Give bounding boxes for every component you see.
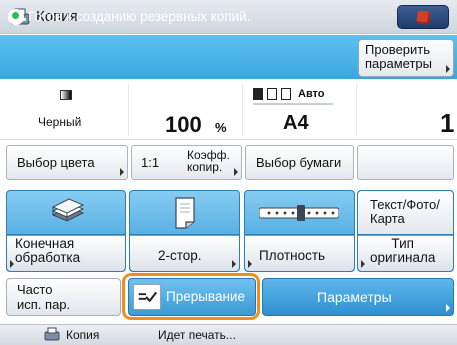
color-select-button[interactable]: Выбор цвета	[6, 145, 128, 180]
footer-app-name: Копия	[66, 328, 100, 342]
color-select-label: Выбор цвета	[17, 155, 95, 170]
stop-icon	[416, 10, 431, 25]
corner-arrow-icon	[10, 260, 14, 268]
original-type-button[interactable]: Текст/Фото/ Карта Тип оригинала	[357, 190, 454, 272]
parameters-button[interactable]: Параметры	[262, 278, 454, 316]
corner-arrow-icon	[234, 168, 238, 176]
original-type-label: Тип оригинала	[370, 236, 436, 265]
parameters-label: Параметры	[317, 289, 392, 305]
divider	[242, 84, 243, 136]
paper-indicator-bar	[253, 103, 333, 105]
footer-status: Идет печать...	[158, 328, 236, 342]
color-mode-value: Черный	[38, 115, 82, 129]
paper-auto-label: Авто	[298, 88, 325, 100]
duplex-icon	[175, 197, 195, 229]
corner-arrow-icon	[446, 65, 450, 73]
duplex-button[interactable]: 2-стор.	[129, 190, 240, 272]
corner-arrow-icon	[248, 260, 252, 268]
copies-count: 1	[440, 108, 455, 138]
paper-select-button[interactable]: Выбор бумаги	[245, 145, 354, 180]
divider	[128, 84, 129, 136]
density-button[interactable]: Плотность	[244, 190, 355, 272]
original-type-value: Текст/Фото/ Карта	[370, 197, 440, 226]
copy-ratio-value: 100	[165, 112, 202, 137]
paper-sheet-icon	[281, 88, 291, 100]
density-label: Плотность	[259, 248, 326, 263]
density-slider-icon	[259, 205, 339, 221]
paper-stack-icon	[267, 88, 277, 100]
frequent-settings-button[interactable]: Часто исп. пар.	[6, 278, 121, 316]
finishing-label: Конечная обработка	[15, 236, 81, 265]
highlight-ring	[122, 273, 260, 320]
blank-quick-button	[357, 145, 454, 180]
check-settings-label: Проверить параметры	[365, 42, 432, 71]
duplex-label: 2-стор.	[158, 248, 202, 263]
status-message: Готов к созданию резервных копий.	[28, 9, 251, 24]
corner-arrow-icon	[361, 260, 365, 268]
corner-arrow-icon	[232, 260, 236, 268]
ready-indicator-icon	[8, 9, 24, 25]
copy-ratio-unit: %	[215, 120, 227, 135]
stop-button[interactable]	[397, 5, 449, 29]
settings-summary	[0, 80, 457, 140]
finishing-button[interactable]: Конечная обработка	[6, 190, 126, 272]
paper-tray-icon	[253, 88, 263, 100]
corner-arrow-icon	[446, 304, 450, 312]
divider	[356, 84, 357, 136]
paper-select-label: Выбор бумаги	[256, 155, 342, 170]
paper-size-value: A4	[283, 112, 309, 134]
ratio-label: Коэфф. копир.	[187, 148, 230, 174]
finishing-icon	[51, 198, 85, 222]
copier-icon	[44, 327, 60, 341]
check-settings-button[interactable]: Проверить параметры	[358, 39, 454, 77]
ratio-1-1-label: 1:1	[141, 155, 160, 170]
color-mode-icon	[60, 90, 72, 100]
frequent-settings-label: Часто исп. пар.	[17, 282, 71, 312]
copy-ratio-button[interactable]: 1:1 Коэфф. копир.	[131, 145, 242, 180]
corner-arrow-icon	[120, 168, 124, 176]
